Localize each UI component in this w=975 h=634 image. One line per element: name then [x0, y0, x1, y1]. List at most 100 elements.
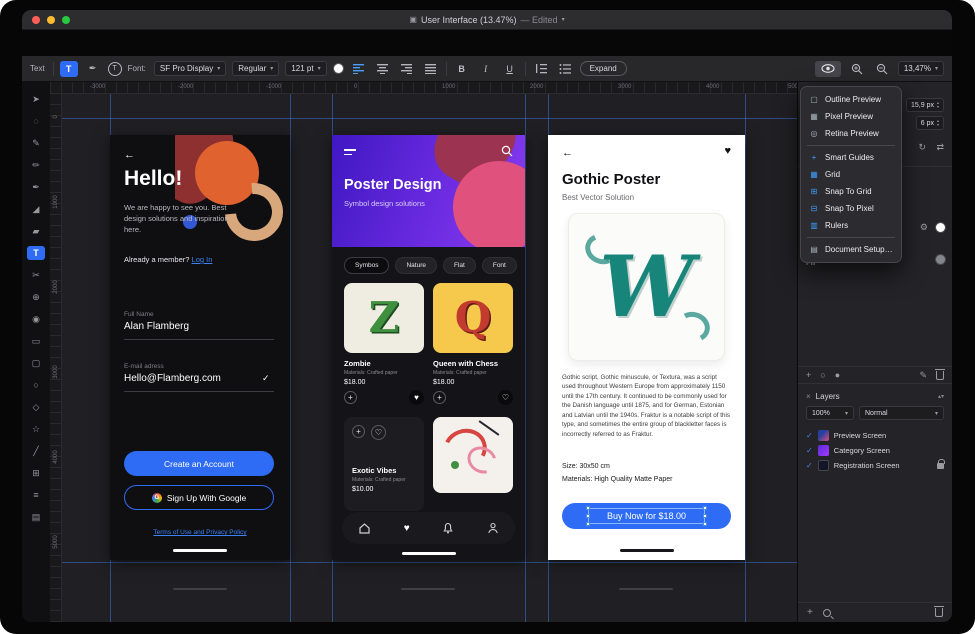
line-spacing-button[interactable] — [532, 61, 550, 77]
email-field[interactable]: Hello@Flamberg.com — [124, 373, 221, 384]
zoom-in-icon[interactable] — [848, 61, 866, 77]
minimize-button[interactable] — [47, 16, 55, 24]
product-card-exotic[interactable]: + ♡ Exotic Vibes Materials: Crafted pape… — [344, 417, 424, 511]
text-tool-button[interactable]: T — [60, 61, 78, 77]
align-left-button[interactable] — [350, 61, 368, 77]
menu-item-outline-preview[interactable]: ▢ Outline Preview — [801, 91, 901, 108]
selection-handle[interactable] — [586, 506, 590, 510]
preview-eye-button[interactable] — [815, 61, 841, 77]
align-right-button[interactable] — [398, 61, 416, 77]
layer-row-preview-screen[interactable]: ✓ Preview Screen — [798, 428, 952, 443]
lasso-tool[interactable]: ◌ — [27, 114, 45, 128]
star-tool[interactable]: ☆ — [27, 422, 45, 436]
add-layer-icon[interactable]: + — [807, 607, 813, 618]
back-arrow-icon[interactable]: ← — [562, 147, 573, 159]
selection-handle[interactable] — [703, 506, 707, 510]
bell-icon[interactable] — [442, 522, 454, 534]
trash-icon[interactable] — [936, 371, 944, 380]
underline-button[interactable]: U — [501, 61, 519, 77]
pen-tool[interactable]: ✎ — [27, 136, 45, 150]
visibility-checkbox[interactable]: ✓ — [806, 431, 813, 440]
chip-symbos[interactable]: Symbos — [344, 257, 389, 274]
favorite-button[interactable]: ♥ — [409, 390, 424, 405]
zoom-level-select[interactable]: 13,47%▾ — [898, 61, 944, 76]
zoom-tool[interactable]: ◉ — [27, 312, 45, 326]
brush-tool[interactable]: ✒ — [27, 180, 45, 194]
horizontal-ruler[interactable]: -3000 -2000 -1000 0 1000 2000 3000 4000 … — [50, 82, 797, 94]
fill-swatch[interactable] — [935, 254, 946, 265]
edited-status[interactable]: — Edited — [521, 15, 558, 25]
flip-icon[interactable]: ⇄ — [936, 142, 944, 153]
stroke-swatch[interactable] — [935, 222, 946, 233]
eraser-tool[interactable]: ▰ — [27, 224, 45, 238]
menu-item-pixel-preview[interactable]: ▦ Pixel Preview — [801, 108, 901, 125]
align-justify-button[interactable] — [422, 61, 440, 77]
product-card-queen[interactable]: Q Queen with Chess Materials: Crafted pa… — [433, 283, 513, 405]
pen-icon[interactable]: ✎ — [919, 370, 927, 381]
pencil-tool[interactable]: ✏ — [27, 158, 45, 172]
favorites-icon[interactable]: ♥ — [404, 523, 410, 534]
add-style-icon[interactable]: + — [806, 370, 811, 380]
list-options-button[interactable] — [556, 61, 574, 77]
back-arrow-icon[interactable]: ← — [124, 149, 135, 161]
vertical-ruler[interactable]: 0 1000 2000 3000 4000 5000 — [50, 94, 62, 622]
knife-tool[interactable]: ◢ — [27, 202, 45, 216]
rounded-rect-tool[interactable]: ▢ — [27, 356, 45, 370]
dimension-field-a[interactable]: 15,9 px▴▾ — [906, 98, 944, 112]
create-account-button[interactable]: Create an Account — [124, 451, 274, 476]
sort-icon[interactable]: ▴▾ — [938, 393, 944, 400]
terms-link[interactable]: Terms of Use and Privacy Policy — [110, 529, 290, 536]
menu-item-grid[interactable]: ▦ Grid — [801, 166, 901, 183]
text-selection-box[interactable] — [588, 508, 705, 524]
selection-handle[interactable] — [703, 514, 707, 518]
layers-tool[interactable]: ▤ — [27, 510, 45, 524]
chip-font[interactable]: Font — [482, 257, 517, 274]
font-style-select[interactable]: Regular▾ — [232, 61, 279, 76]
artboard-registration-screen[interactable]: ← Hello! We are happy to see you. Best d… — [110, 135, 290, 560]
home-icon[interactable] — [358, 522, 371, 534]
font-family-select[interactable]: SF Pro Display▾ — [154, 61, 226, 76]
favorite-button[interactable]: ♡ — [498, 390, 513, 405]
text-color-swatch[interactable] — [333, 63, 344, 74]
select-tool[interactable]: ➤ — [27, 92, 45, 106]
bold-button[interactable]: B — [453, 61, 471, 77]
search-icon[interactable] — [501, 145, 513, 157]
ellipse-tool[interactable]: ○ — [27, 378, 45, 392]
add-button[interactable]: + — [344, 391, 357, 404]
circle-outline-icon[interactable]: ○ — [820, 370, 825, 380]
trash-icon[interactable] — [935, 608, 943, 617]
product-card-zombie[interactable]: Z Zombie Materials: Crafted paper $18.00… — [344, 283, 424, 405]
text-style-icon[interactable]: ✒ — [84, 61, 102, 77]
close-button[interactable] — [32, 16, 40, 24]
rows-tool[interactable]: ≡ — [27, 488, 45, 502]
fullscreen-button[interactable] — [62, 16, 70, 24]
chip-nature[interactable]: Nature — [395, 257, 437, 274]
target-tool[interactable]: ⊕ — [27, 290, 45, 304]
google-signup-button[interactable]: G Sign Up With Google — [124, 485, 274, 510]
visibility-checkbox[interactable]: ✓ — [806, 461, 813, 470]
text-tool[interactable]: T — [27, 246, 45, 260]
blend-mode-select[interactable]: Normal▾ — [859, 406, 944, 420]
selection-handle[interactable] — [586, 522, 590, 526]
opacity-select[interactable]: 100%▾ — [806, 406, 854, 420]
menu-item-snap-to-pixel[interactable]: ⊟ Snap To Pixel — [801, 200, 901, 217]
artboard-category-screen[interactable]: Poster Design Symbol design solutions Sy… — [332, 135, 525, 560]
menu-item-smart-guides[interactable]: + Smart Guides — [801, 149, 901, 166]
favorite-icon[interactable]: ♥ — [724, 145, 731, 157]
circle-filled-icon[interactable]: ● — [835, 370, 840, 380]
artboard-preview-screen[interactable]: ← ♥ Gothic Poster Best Vector Solution W… — [548, 135, 745, 560]
add-button[interactable]: + — [352, 425, 365, 438]
chip-flat[interactable]: Flat — [443, 257, 476, 274]
gear-icon[interactable]: ⚙ — [920, 222, 928, 233]
search-layers-icon[interactable] — [823, 609, 831, 617]
menu-item-document-setup[interactable]: ▤ Document Setup… — [801, 241, 901, 258]
profile-icon[interactable] — [487, 522, 499, 534]
lock-icon[interactable] — [937, 463, 944, 469]
italic-button[interactable]: I — [477, 61, 495, 77]
selection-handle[interactable] — [586, 514, 590, 518]
menu-item-retina-preview[interactable]: ◎ Retina Preview — [801, 125, 901, 142]
scissors-tool[interactable]: ✂ — [27, 268, 45, 282]
expand-button[interactable]: Expand — [580, 61, 627, 76]
titlebar[interactable]: ▣ User Interface (13.47%) — Edited ▾ — [22, 10, 952, 30]
align-center-button[interactable] — [374, 61, 392, 77]
